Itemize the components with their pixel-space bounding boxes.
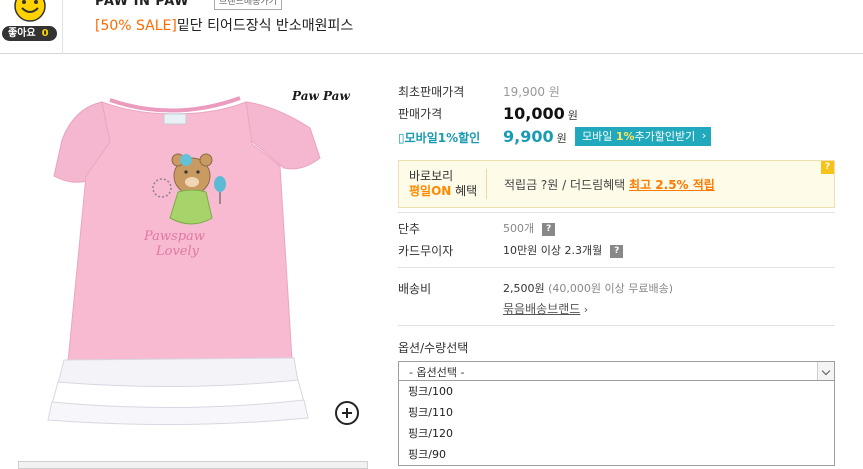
benefit-box: 바로보리 평일ON 혜택 적립금 ?원 / 더드림혜택 최고 2.5% 적립 ? [398,160,835,208]
max-price-value: 19,900 원 [503,85,560,99]
mobile-price-currency: 원 [556,132,567,145]
options-label-row: 옵션/수량선택 [398,339,835,355]
card-value: 10만원 이상 2.3개월 [503,244,603,257]
option-select[interactable]: - 옵션선택 - [398,361,835,381]
benefit-title: 바로보리 평일ON 혜택 [409,169,477,199]
benefit-line-2-rest: 혜택 [451,184,478,198]
mobile-price-row: ▯모바일1%할인 9,900 원 모바일 1%추가할인받기 [398,126,835,147]
smiley-icon [14,0,46,22]
benefit-highlight-link[interactable]: 최고 2.5% 적립 [629,178,715,192]
zoom-in-icon[interactable] [335,401,359,425]
options-label: 옵션/수량선택 [398,341,469,355]
chevron-right-icon: › [580,303,589,316]
max-price-label: 최초판매가격 [398,85,465,99]
card-label: 카드무이자 [398,244,454,258]
benefit-line-2: 평일ON 혜택 [409,184,477,199]
unit-value: 500개 [503,222,535,235]
mobile-price-value: 9,900 [503,127,554,146]
print-text-1: Pawspaw [143,229,205,244]
option-list: 핑크/100 핑크/110 핑크/120 핑크/90 [398,381,835,466]
option-item[interactable]: 핑크/90 [399,444,834,465]
sale-price-currency: 원 [567,109,578,122]
option-item[interactable]: 핑크/120 [399,423,834,444]
shipping-value: 2,500원 [503,282,545,295]
unit-value-wrap: 500개? [503,220,556,236]
mobile-button-pct: 1% [615,130,635,143]
product-image[interactable]: Pawspaw Lovely [40,80,370,440]
shipping-row: 배송비 2,500원 (40,000원 이상 무료배송) [398,280,835,296]
shipping-note: (40,000원 이상 무료배송) [544,282,674,295]
max-price-row: 최초판매가격 19,900 원 [398,83,835,99]
bundle-brand-link[interactable]: 묶음배송브랜드 [503,302,580,316]
like-badge[interactable]: 좋아요 0 [2,26,57,41]
brand-name[interactable]: PAW IN PAW [95,0,189,9]
bundle-row: 묶음배송브랜드 › [398,300,835,316]
shipping-label: 배송비 [398,282,432,296]
card-row: 카드무이자 10만원 이상 2.3개월? [398,242,835,258]
option-select-value: - 옵션선택 - [409,366,465,379]
like-widget[interactable]: 좋아요 0 [0,0,63,54]
unit-label: 단추 [398,222,421,236]
mobile-discount-button[interactable]: 모바일 1%추가할인받기 [575,126,712,146]
divider [398,212,835,213]
question-icon[interactable]: ? [821,161,834,174]
like-count: 0 [41,28,49,39]
mobile-button-suffix: 추가할인받기 [634,130,696,143]
sale-tag: [50% SALE] [95,18,177,34]
option-item[interactable]: 핑크/110 [399,402,834,423]
benefit-points: 적립금 ?원 / 더드림혜택 [504,178,630,192]
sale-price: 10,000 원 [503,104,578,123]
mobile-discount-text: 모바일1%할인 [404,131,481,145]
thumbnail-strip[interactable] [18,461,368,469]
bundle-wrap: 묶음배송브랜드 › [503,300,588,317]
product-name: 밑단 티어드장식 반소매원피스 [176,18,354,34]
chevron-down-icon[interactable] [817,362,834,380]
question-icon[interactable]: ? [542,222,556,236]
mobile-price: 9,900 원 [503,127,567,146]
card-value-wrap: 10만원 이상 2.3개월? [503,242,624,258]
brand-shipping-button[interactable]: 브랜드배송가기 [214,0,282,10]
brand-logo: Paw Paw [292,89,350,103]
sale-price-label: 판매가격 [398,107,443,121]
benefit-detail: 적립금 ?원 / 더드림혜택 최고 2.5% 적립 [504,176,715,193]
benefit-on: 평일ON [409,184,452,198]
sale-price-row: 판매가격 10,000 원 [398,104,835,124]
product-title: [50% SALE]밑단 티어드장식 반소매원피스 [95,15,353,35]
mobile-button-prefix: 모바일 [582,130,613,143]
like-label: 좋아요 [8,28,36,39]
mobile-phone-icon: ▯ [398,131,405,145]
product-info: 최초판매가격 19,900 원 판매가격 10,000 원 ▯모바일1%할인 9,… [398,0,835,466]
option-item[interactable]: 핑크/100 [399,381,834,402]
mobile-discount-label: ▯모바일1%할인 [398,129,480,146]
divider [398,325,835,326]
shipping-value-wrap: 2,500원 (40,000원 이상 무료배송) [503,280,673,296]
unit-row: 단추 500개? [398,220,835,236]
print-text-2: Lovely [155,244,200,259]
benefit-line-1: 바로보리 [409,169,454,183]
question-icon[interactable]: ? [610,244,624,258]
benefit-divider [486,169,487,199]
sale-price-value: 10,000 [503,104,565,123]
divider [398,267,835,268]
